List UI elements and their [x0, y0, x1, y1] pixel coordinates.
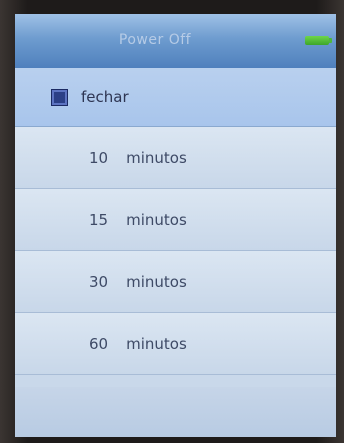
- selected-checkbox-icon: [51, 89, 68, 106]
- option-label: 60 minutos: [89, 313, 187, 374]
- screen: Power Off fechar 10 minutos 15 minutos 3…: [15, 14, 336, 437]
- battery-full-icon: [305, 36, 332, 45]
- option-number: 60: [89, 334, 109, 353]
- option-label: 10 minutos: [89, 127, 187, 188]
- option-text: minutos: [126, 334, 187, 353]
- screen-title: Power Off: [118, 32, 192, 48]
- header-bar: Power Off: [15, 14, 336, 68]
- option-30-minutos[interactable]: 30 minutos: [15, 251, 336, 313]
- power-off-options: fechar 10 minutos 15 minutos 30 minutos: [15, 68, 336, 375]
- option-number: 30: [89, 272, 109, 291]
- option-label: fechar: [81, 68, 129, 126]
- option-fechar[interactable]: fechar: [15, 68, 336, 127]
- option-text: minutos: [126, 148, 187, 167]
- option-number: 10: [89, 148, 109, 167]
- device-frame: Power Off fechar 10 minutos 15 minutos 3…: [0, 0, 344, 443]
- option-60-minutos[interactable]: 60 minutos: [15, 313, 336, 375]
- option-text: minutos: [126, 272, 187, 291]
- option-10-minutos[interactable]: 10 minutos: [15, 127, 336, 189]
- empty-list-area: [15, 387, 336, 437]
- option-label: 30 minutos: [89, 251, 187, 312]
- option-label: 15 minutos: [89, 189, 187, 250]
- option-number: 15: [89, 210, 109, 229]
- option-text: minutos: [126, 210, 187, 229]
- option-15-minutos[interactable]: 15 minutos: [15, 189, 336, 251]
- option-text: fechar: [81, 88, 129, 106]
